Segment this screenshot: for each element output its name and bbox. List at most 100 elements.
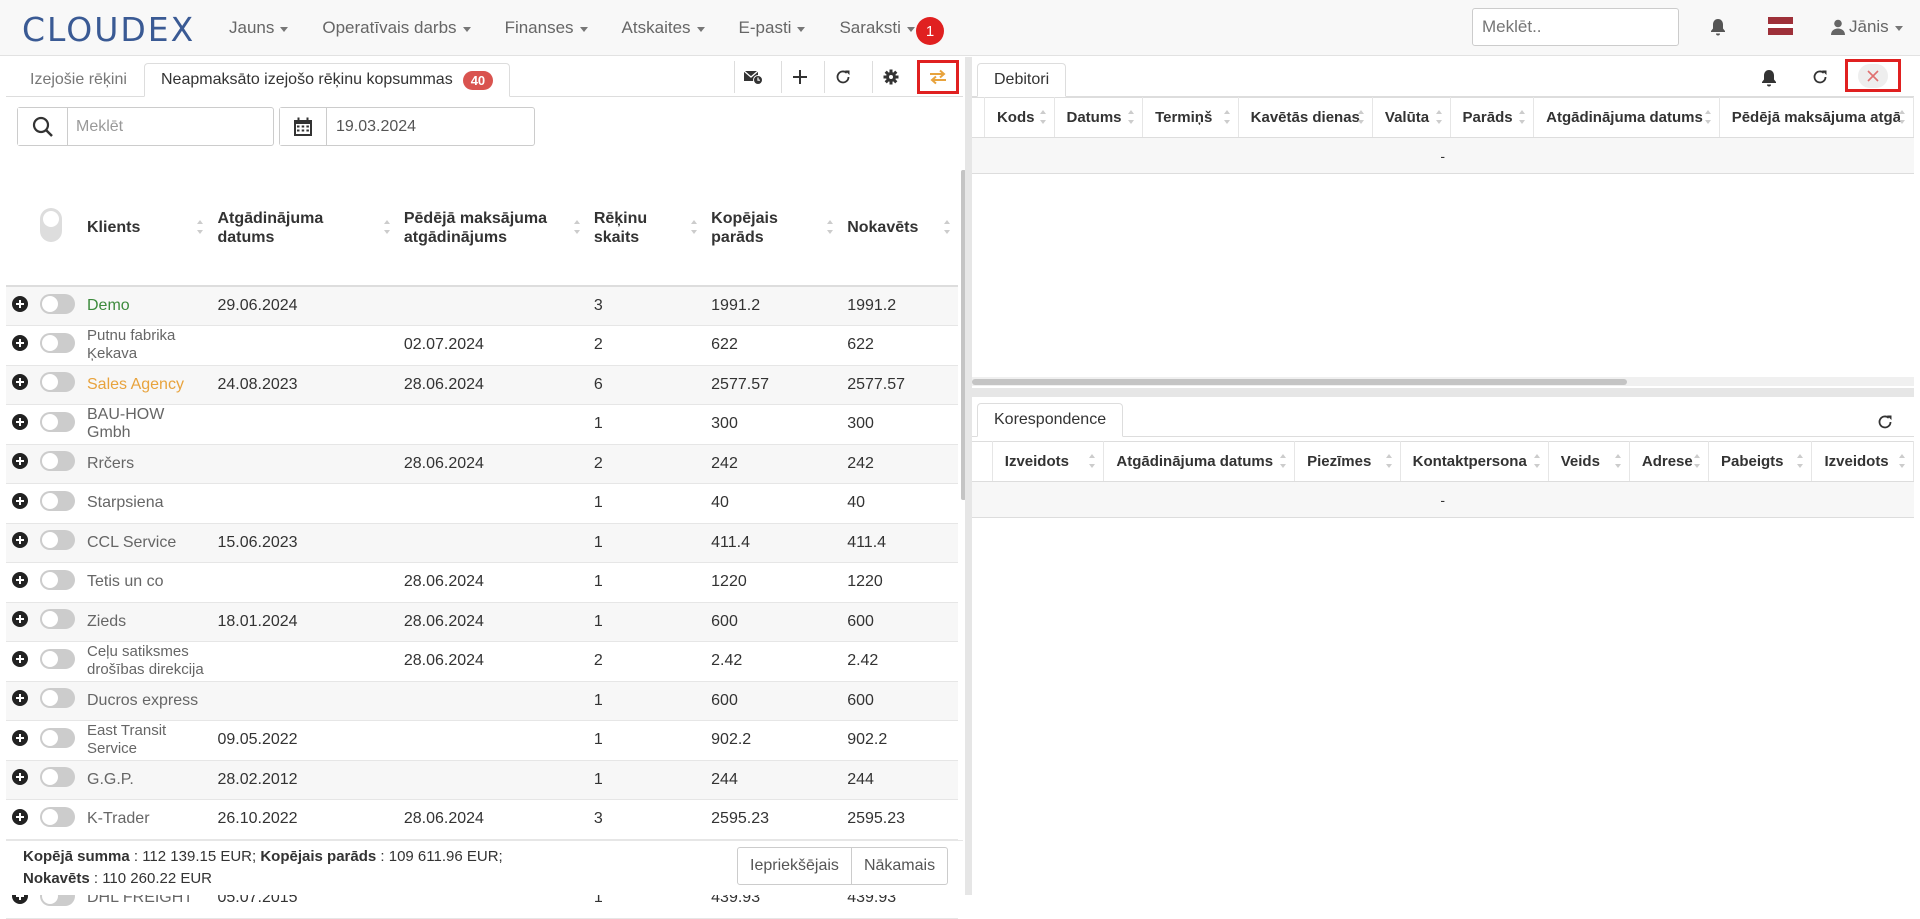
row-toggle-switch[interactable] [40, 490, 75, 511]
row-toggle-switch[interactable] [40, 727, 75, 748]
toggle-all-switch[interactable] [40, 208, 62, 242]
row-toggle-switch[interactable] [40, 806, 75, 827]
header-par-ds[interactable]: Parāds [1450, 97, 1535, 138]
row-toggle-switch[interactable] [40, 648, 75, 669]
menu-saraksti[interactable]: Saraksti [839, 0, 915, 56]
expand-plus-icon[interactable] [12, 532, 28, 549]
menu-e-pasti[interactable]: E-pasti [739, 0, 806, 56]
client-cell[interactable]: Putnu fabrika Ķekava [81, 325, 212, 366]
tab-unpaid-totals[interactable]: Neapmaksāto izejošo rēķinu kopsummas 40 [144, 63, 511, 97]
next-button[interactable]: Nākamais [852, 848, 947, 884]
header-atg-din-juma-datums[interactable]: Atgādinājuma datums [1533, 97, 1720, 138]
header-p-d-j-maks-juma-atg-[interactable]: Pēdējā maksājuma atgā [1719, 97, 1915, 138]
header-atgadinajuma-datums[interactable]: Atgādinājuma datums [211, 170, 398, 287]
refresh-button[interactable] [824, 61, 861, 93]
user-menu[interactable]: Jānis [1831, 17, 1903, 37]
header-pedeja-maksajuma[interactable]: Pēdējā maksājuma atgādinājums [397, 170, 588, 287]
row-toggle-switch[interactable] [40, 530, 75, 551]
header-termi-[interactable]: Termiņš [1142, 97, 1239, 138]
panel-splitter[interactable] [965, 57, 972, 895]
swap-layout-button[interactable] [917, 60, 959, 94]
language-flag-icon[interactable] [1768, 17, 1793, 35]
expand-plus-icon[interactable] [12, 492, 28, 509]
header-izveidots[interactable]: Izveidots [1811, 441, 1914, 482]
header-pabeigts[interactable]: Pabeigts [1708, 441, 1813, 482]
table-row[interactable]: K-Trader 26.10.2022 28.06.2024 3 2595.23 2595… [6, 799, 958, 840]
client-cell[interactable]: Ceļu satiksmes drošības direkcija [81, 641, 212, 682]
table-row[interactable]: Putnu fabrika Ķekava 02.07.2024 2 622 622 [6, 325, 958, 366]
client-cell[interactable]: Rrčers [81, 444, 212, 484]
client-cell[interactable]: G.G.P. [81, 760, 212, 800]
tab-korespondence[interactable]: Korespondence [977, 403, 1124, 437]
client-cell[interactable]: Demo [81, 286, 212, 326]
expand-plus-icon[interactable] [12, 413, 28, 430]
table-row[interactable]: East Transit Service 09.05.2022 1 902.2 902.… [6, 720, 958, 761]
header-kontaktpersona[interactable]: Kontaktpersona [1400, 441, 1549, 482]
table-row[interactable]: CCL Service 15.06.2023 1 411.4 411.4 [6, 523, 958, 563]
row-toggle-switch[interactable] [40, 609, 75, 630]
menu-atskaites[interactable]: Atskaites [622, 0, 705, 56]
header-klients[interactable]: Klients [81, 170, 212, 287]
header-val-ta[interactable]: Valūta [1372, 97, 1451, 138]
header-toggle-all[interactable] [34, 170, 81, 287]
expand-plus-icon[interactable] [12, 453, 28, 470]
bell-icon[interactable] [1710, 18, 1726, 36]
header-adrese[interactable]: Adrese [1629, 441, 1710, 482]
header-kav-t-s-dienas[interactable]: Kavētās dienas [1238, 97, 1373, 138]
previous-button[interactable]: Iepriekšējais [738, 848, 852, 884]
settings-button[interactable] [872, 61, 909, 93]
table-row[interactable]: G.G.P. 28.02.2012 1 244 244 [6, 760, 958, 800]
add-button[interactable] [781, 61, 818, 93]
table-row[interactable]: Rrčers 28.06.2024 2 242 242 [6, 444, 958, 484]
table-row[interactable]: BAU-HOW Gmbh 1 300 300 [6, 404, 958, 445]
table-row[interactable]: Tetis un co 28.06.2024 1 1220 1220 [6, 562, 958, 603]
tab-outgoing-invoices[interactable]: Izejošie rēķini [14, 63, 143, 97]
table-row[interactable]: Starpsiena 1 40 40 [6, 483, 958, 524]
table-row[interactable]: Zieds 18.01.2024 28.06.2024 1 600 600 [6, 602, 958, 642]
table-row[interactable]: Sales Agency 24.08.2023 28.06.2024 6 2577.57… [6, 365, 958, 405]
header-piez-mes[interactable]: Piezīmes [1294, 441, 1401, 482]
client-cell[interactable]: Sales Agency [81, 365, 212, 405]
logo[interactable]: CLOUDEX [22, 10, 195, 49]
expand-plus-icon[interactable] [12, 650, 28, 667]
tab-debitori[interactable]: Debitori [977, 63, 1067, 97]
row-toggle-switch[interactable] [40, 569, 75, 590]
client-cell[interactable]: Starpsiena [81, 483, 212, 524]
expand-plus-icon[interactable] [12, 374, 28, 391]
table-row[interactable]: Demo 29.06.2024 3 1991.2 1991.2 [6, 286, 958, 326]
header-nokavets[interactable]: Nokavēts [841, 170, 958, 287]
client-cell[interactable]: Tetis un co [81, 562, 212, 603]
header-veids[interactable]: Veids [1548, 441, 1630, 482]
client-cell[interactable]: BAU-HOW Gmbh [81, 404, 212, 445]
table-row[interactable]: Ducros express 1 600 600 [6, 681, 958, 721]
row-toggle-switch[interactable] [40, 411, 75, 432]
client-cell[interactable]: CCL Service [81, 523, 212, 563]
row-toggle-switch[interactable] [40, 767, 75, 788]
expand-plus-icon[interactable] [12, 729, 28, 746]
bell-icon[interactable] [1761, 69, 1777, 87]
row-toggle-switch[interactable] [40, 451, 75, 472]
close-button[interactable] [1845, 59, 1901, 92]
expand-plus-icon[interactable] [12, 334, 28, 351]
row-toggle-switch[interactable] [40, 332, 75, 353]
date-input[interactable]: 19.03.2024 [279, 107, 535, 146]
table-row[interactable]: Ceļu satiksmes drošības direkcija 28.06.2… [6, 641, 958, 682]
refresh-icon[interactable] [1812, 69, 1828, 85]
expand-plus-icon[interactable] [12, 571, 28, 588]
header-izveidots[interactable]: Izveidots [992, 441, 1105, 482]
row-toggle-switch[interactable] [40, 688, 75, 709]
global-search-input[interactable] [1472, 8, 1679, 46]
expand-plus-icon[interactable] [12, 808, 28, 825]
horizontal-scrollbar[interactable] [972, 377, 1914, 386]
client-cell[interactable]: East Transit Service [81, 720, 212, 761]
expand-plus-icon[interactable] [12, 690, 28, 707]
menu-operativais-darbs[interactable]: Operatīvais darbs [322, 0, 471, 56]
menu-finanses[interactable]: Finanses [505, 0, 588, 56]
client-cell[interactable]: Ducros express [81, 681, 212, 721]
horizontal-splitter[interactable] [972, 388, 1914, 397]
client-cell[interactable]: K-Trader [81, 799, 212, 840]
header-kopejais-parads[interactable]: Kopējais parāds [705, 170, 842, 287]
header-datums[interactable]: Datums [1054, 97, 1144, 138]
row-toggle-switch[interactable] [40, 293, 75, 314]
header-kods[interactable]: Kods [984, 97, 1055, 138]
